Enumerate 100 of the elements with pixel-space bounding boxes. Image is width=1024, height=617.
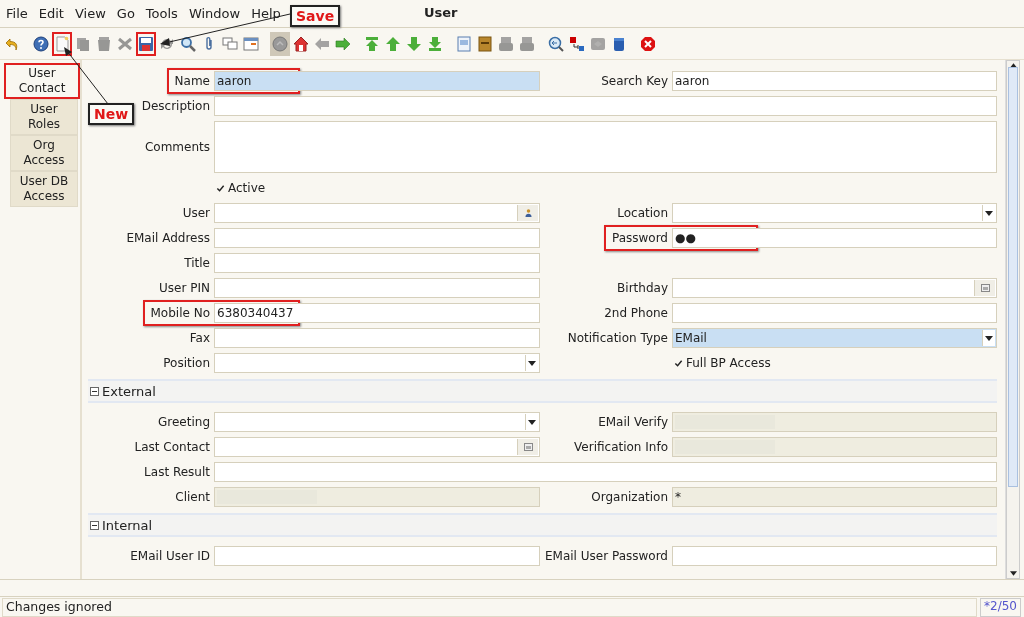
input-field[interactable]: [214, 546, 540, 566]
menu-item[interactable]: Edit: [38, 6, 64, 21]
collapse-icon[interactable]: [90, 520, 99, 530]
archive-icon: [477, 35, 493, 52]
dropdown-button[interactable]: [525, 355, 538, 371]
save-button[interactable]: [136, 31, 156, 56]
menu-item[interactable]: View: [74, 6, 106, 21]
field-value: aaron: [217, 74, 252, 88]
input-field[interactable]: aaron: [214, 71, 540, 91]
callout-label: Save: [290, 5, 341, 27]
field-value: aaron: [675, 74, 710, 88]
menu-item[interactable]: Go: [116, 6, 135, 21]
field-label: Client: [175, 490, 210, 504]
input-field[interactable]: [672, 278, 997, 298]
field-label: EMail User Password: [545, 549, 668, 563]
input-field[interactable]: ●●: [672, 228, 997, 248]
dropdown-field[interactable]: [214, 412, 540, 432]
input-field[interactable]: [214, 253, 540, 273]
input-field[interactable]: aaron: [672, 71, 997, 91]
status-message: Changes ignored: [2, 598, 978, 617]
field-label: Birthday: [617, 281, 668, 295]
collapse-icon[interactable]: [90, 386, 99, 396]
menu-item[interactable]: File: [6, 6, 28, 21]
caret-icon: [985, 335, 993, 341]
calendar-icon[interactable]: [517, 439, 538, 455]
print-preview-icon: [498, 35, 514, 52]
input-field[interactable]: [214, 462, 997, 482]
input-field[interactable]: [214, 96, 997, 116]
caret-icon: [528, 419, 536, 425]
menu-item[interactable]: Window: [188, 6, 241, 21]
delete-icon: [96, 35, 112, 52]
chat-icon: [222, 35, 238, 52]
input-field[interactable]: 6380340437: [214, 303, 540, 323]
side-tab[interactable]: User DB Access: [10, 171, 78, 207]
field-label: Verification Info: [574, 440, 668, 454]
checkbox[interactable]: [216, 183, 225, 193]
dropdown-field[interactable]: [672, 203, 997, 223]
new-icon: [54, 35, 70, 52]
field-label: User: [182, 206, 210, 220]
text-area[interactable]: [214, 121, 997, 173]
scrollbar[interactable]: [1006, 60, 1020, 579]
field-value: 6380340437: [217, 306, 294, 320]
checkbox-label: Active: [228, 181, 266, 195]
dropdown-field[interactable]: EMail: [672, 328, 997, 348]
field-label: Description: [141, 99, 210, 113]
field-label: Position: [163, 356, 210, 370]
callout-label: New: [88, 103, 135, 125]
field-label: Title: [184, 256, 210, 270]
field-label: 2nd Phone: [604, 306, 668, 320]
field-label: Organization: [591, 490, 668, 504]
input-field[interactable]: [214, 203, 540, 223]
new-button[interactable]: [52, 31, 72, 56]
scroll-down-icon[interactable]: [1010, 571, 1017, 576]
caret-icon: [985, 210, 993, 216]
field-label: User PIN: [159, 281, 210, 295]
menu-item[interactable]: Tools: [145, 6, 178, 21]
section-header[interactable]: External: [88, 379, 997, 403]
input-field[interactable]: [672, 303, 997, 323]
side-tab[interactable]: Org Access: [10, 135, 78, 171]
calendar-icon[interactable]: [974, 280, 995, 296]
field-label: EMail Verify: [598, 415, 668, 429]
field-label: EMail User ID: [130, 549, 210, 563]
caret-icon: [528, 360, 536, 366]
find-icon: [180, 35, 196, 52]
section-header[interactable]: Internal: [88, 513, 997, 537]
down-icon: [406, 35, 422, 52]
field-label: Comments: [144, 140, 210, 154]
side-tab[interactable]: User Contact: [4, 63, 80, 99]
side-tab[interactable]: User Roles: [10, 99, 78, 135]
input-field[interactable]: [214, 228, 540, 248]
input-field[interactable]: [214, 278, 540, 298]
dropdown-button[interactable]: [982, 330, 995, 346]
field-value: EMail: [675, 331, 707, 345]
window-title: User: [424, 5, 458, 20]
field-label: Location: [617, 206, 668, 220]
dropdown-field[interactable]: [214, 353, 540, 373]
field-label: Last Result: [144, 465, 210, 479]
dropdown-button[interactable]: [982, 205, 995, 221]
first-icon: [364, 35, 380, 52]
record-counter: *2/50: [980, 598, 1021, 617]
exit-icon: [640, 35, 656, 52]
last-icon: [427, 35, 443, 52]
input-field[interactable]: [214, 437, 540, 457]
checkbox-label: Full BP Access: [686, 356, 771, 370]
field-label: Notification Type: [567, 331, 668, 345]
dropdown-button[interactable]: [525, 414, 538, 430]
save-icon: [138, 35, 154, 52]
menu-item[interactable]: Help: [251, 6, 281, 21]
input-field[interactable]: [672, 546, 997, 566]
scroll-thumb[interactable]: [1008, 67, 1018, 487]
print-icon: [519, 35, 535, 52]
person-icon[interactable]: [517, 205, 538, 221]
up-icon: [385, 35, 401, 52]
field-label: Password: [611, 231, 668, 245]
field-label: Search Key: [601, 74, 668, 88]
input-field[interactable]: [214, 328, 540, 348]
checkbox[interactable]: [674, 358, 683, 368]
delete-selection-icon: [117, 35, 133, 52]
field-value: *: [675, 490, 681, 504]
field-value: ●●: [675, 231, 696, 245]
